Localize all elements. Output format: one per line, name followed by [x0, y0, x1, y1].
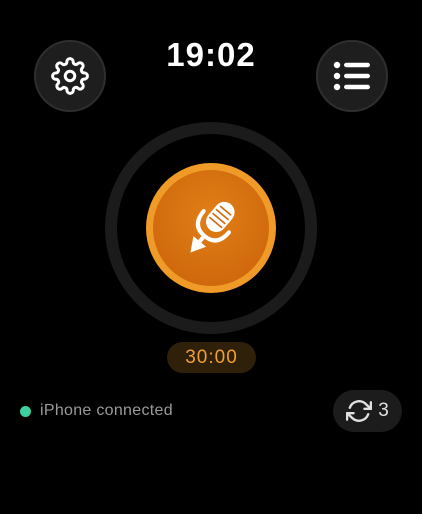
sync-count: 3 — [378, 400, 389, 421]
connection-status-label: iPhone connected — [40, 402, 173, 419]
connection-status: iPhone connected — [20, 400, 173, 422]
record-button-inner — [153, 170, 269, 286]
microphone-icon — [190, 201, 235, 253]
sync-button[interactable]: 3 — [333, 390, 402, 432]
list-icon — [333, 61, 370, 91]
recordings-list-button[interactable] — [316, 40, 388, 112]
sync-icon — [346, 400, 373, 422]
recording-timer: 30:00 — [167, 342, 256, 373]
record-button[interactable] — [146, 163, 276, 293]
connection-status-dot — [20, 405, 31, 417]
